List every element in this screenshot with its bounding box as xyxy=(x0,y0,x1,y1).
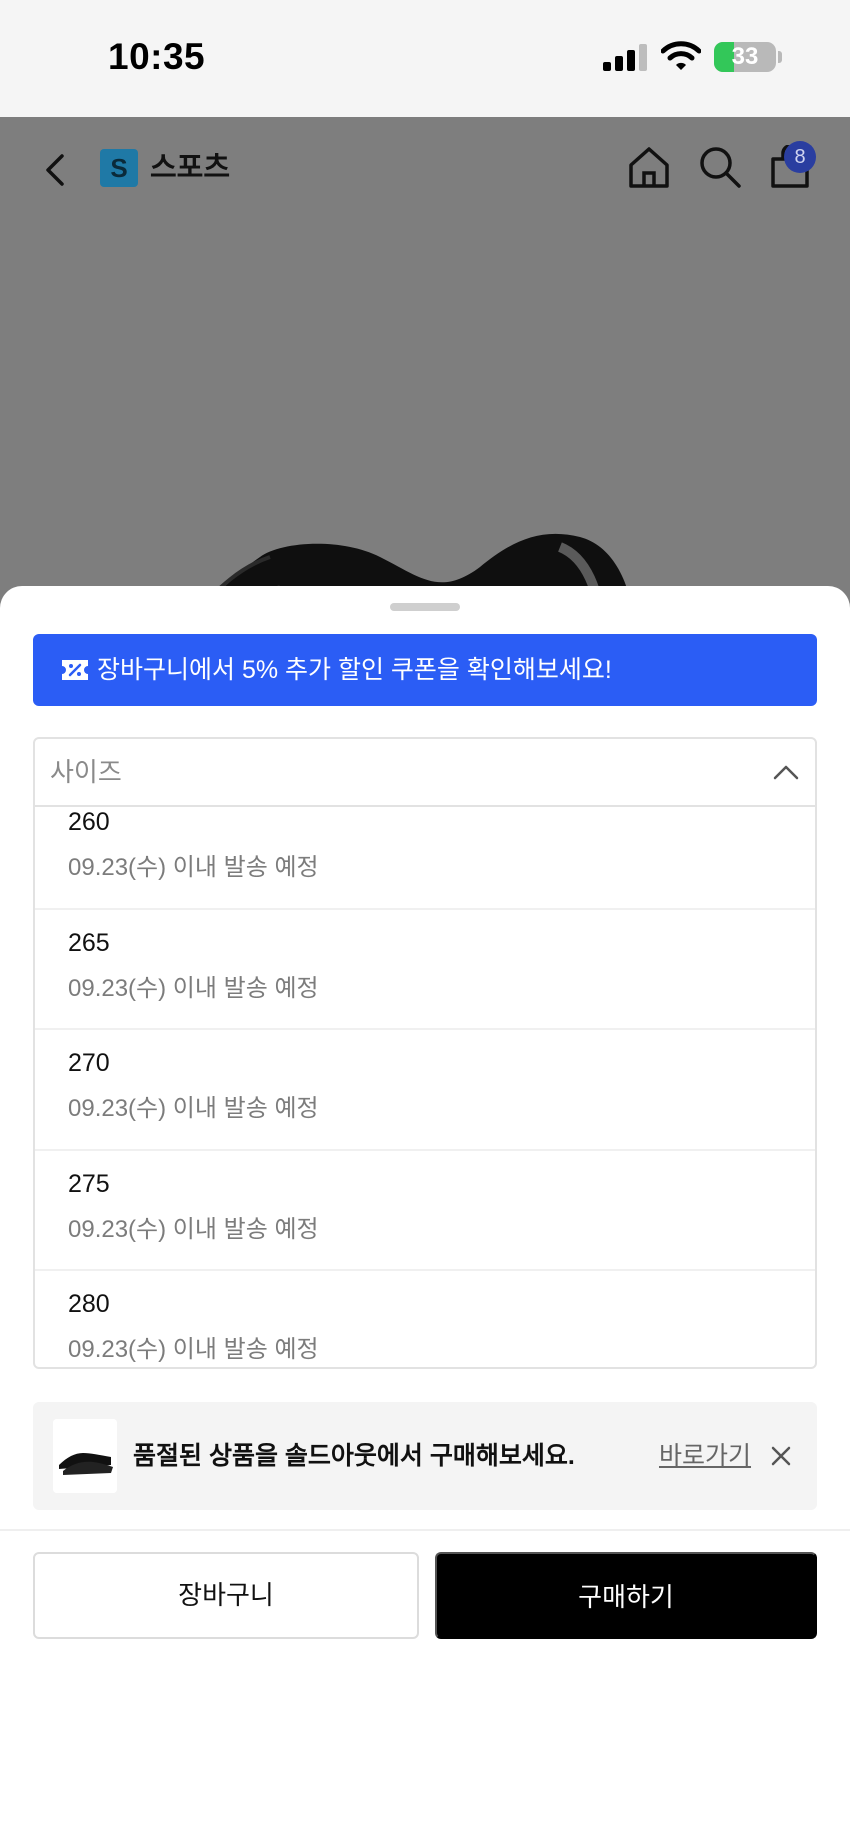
option-shipping: 09.23(수) 이내 발송 예정 xyxy=(68,1095,319,1122)
cellular-signal-icon xyxy=(603,44,647,71)
option-size: 260 xyxy=(68,808,110,836)
home-icon[interactable] xyxy=(627,145,671,189)
battery-tip xyxy=(778,51,782,63)
chevron-up-icon[interactable] xyxy=(772,759,800,785)
cart-count-badge: 8 xyxy=(784,141,816,173)
coupon-ticket-icon xyxy=(62,660,88,680)
top-nav: S 스포츠 8 xyxy=(0,117,850,221)
soldout-text: 품절된 상품을 솔드아웃에서 구매해보세요. xyxy=(133,1442,575,1470)
soldout-banner: 품절된 상품을 솔드아웃에서 구매해보세요. 바로가기 xyxy=(33,1402,817,1510)
soldout-product-thumbnail xyxy=(53,1419,117,1493)
size-select: 사이즈 260 09.23(수) 이내 발송 예정 265 09.23(수) 이… xyxy=(33,737,817,1369)
buy-now-button[interactable]: 구매하기 xyxy=(435,1552,817,1639)
size-option-270[interactable]: 270 09.23(수) 이내 발송 예정 xyxy=(35,1030,815,1151)
size-select-header[interactable]: 사이즈 xyxy=(35,739,815,807)
option-shipping: 09.23(수) 이내 발송 예정 xyxy=(68,974,319,1002)
battery-level: 33 xyxy=(731,43,759,70)
option-shipping: 09.23(수) 이내 발송 예정 xyxy=(68,1215,319,1243)
size-option-260[interactable]: 260 09.23(수) 이내 발송 예정 xyxy=(35,807,815,910)
size-options-list[interactable]: 260 09.23(수) 이내 발송 예정 265 09.23(수) 이내 발송… xyxy=(35,807,815,1367)
brand-name[interactable]: 스포츠 xyxy=(150,149,230,187)
option-size: 280 xyxy=(68,1290,110,1318)
option-shipping: 09.23(수) 이내 발송 예정 xyxy=(68,1336,319,1363)
status-time: 10:35 xyxy=(108,36,206,77)
search-icon[interactable] xyxy=(698,145,742,189)
wifi-icon xyxy=(661,41,701,70)
option-bottom-sheet: 장바구니에서 5% 추가 할인 쿠폰을 확인해보세요! 사이즈 260 09.2… xyxy=(0,586,850,1842)
chevron-left-icon[interactable] xyxy=(40,150,70,190)
option-size: 265 xyxy=(68,928,110,957)
coupon-text: 장바구니에서 5% 추가 할인 쿠폰을 확인해보세요! xyxy=(97,656,612,684)
option-shipping: 09.23(수) 이내 발송 예정 xyxy=(68,854,319,881)
soldout-go-link[interactable]: 바로가기 xyxy=(659,1402,751,1510)
add-to-cart-button[interactable]: 장바구니 xyxy=(33,1552,419,1639)
size-option-280[interactable]: 280 09.23(수) 이내 발송 예정 xyxy=(35,1271,815,1367)
sheet-grabber[interactable] xyxy=(390,603,460,611)
coupon-banner[interactable]: 장바구니에서 5% 추가 할인 쿠폰을 확인해보세요! xyxy=(33,634,817,706)
size-select-label: 사이즈 xyxy=(50,757,122,787)
option-size: 275 xyxy=(68,1169,110,1198)
size-option-265[interactable]: 265 09.23(수) 이내 발송 예정 xyxy=(35,910,815,1030)
brand-logo[interactable]: S xyxy=(100,149,138,187)
divider xyxy=(0,1529,850,1531)
battery-charging-icon: 33 xyxy=(714,42,776,72)
size-option-275[interactable]: 275 09.23(수) 이내 발송 예정 xyxy=(35,1151,815,1271)
option-size: 270 xyxy=(68,1049,110,1077)
status-bar: 10:35 33 xyxy=(0,0,850,117)
close-icon[interactable] xyxy=(769,1444,793,1468)
